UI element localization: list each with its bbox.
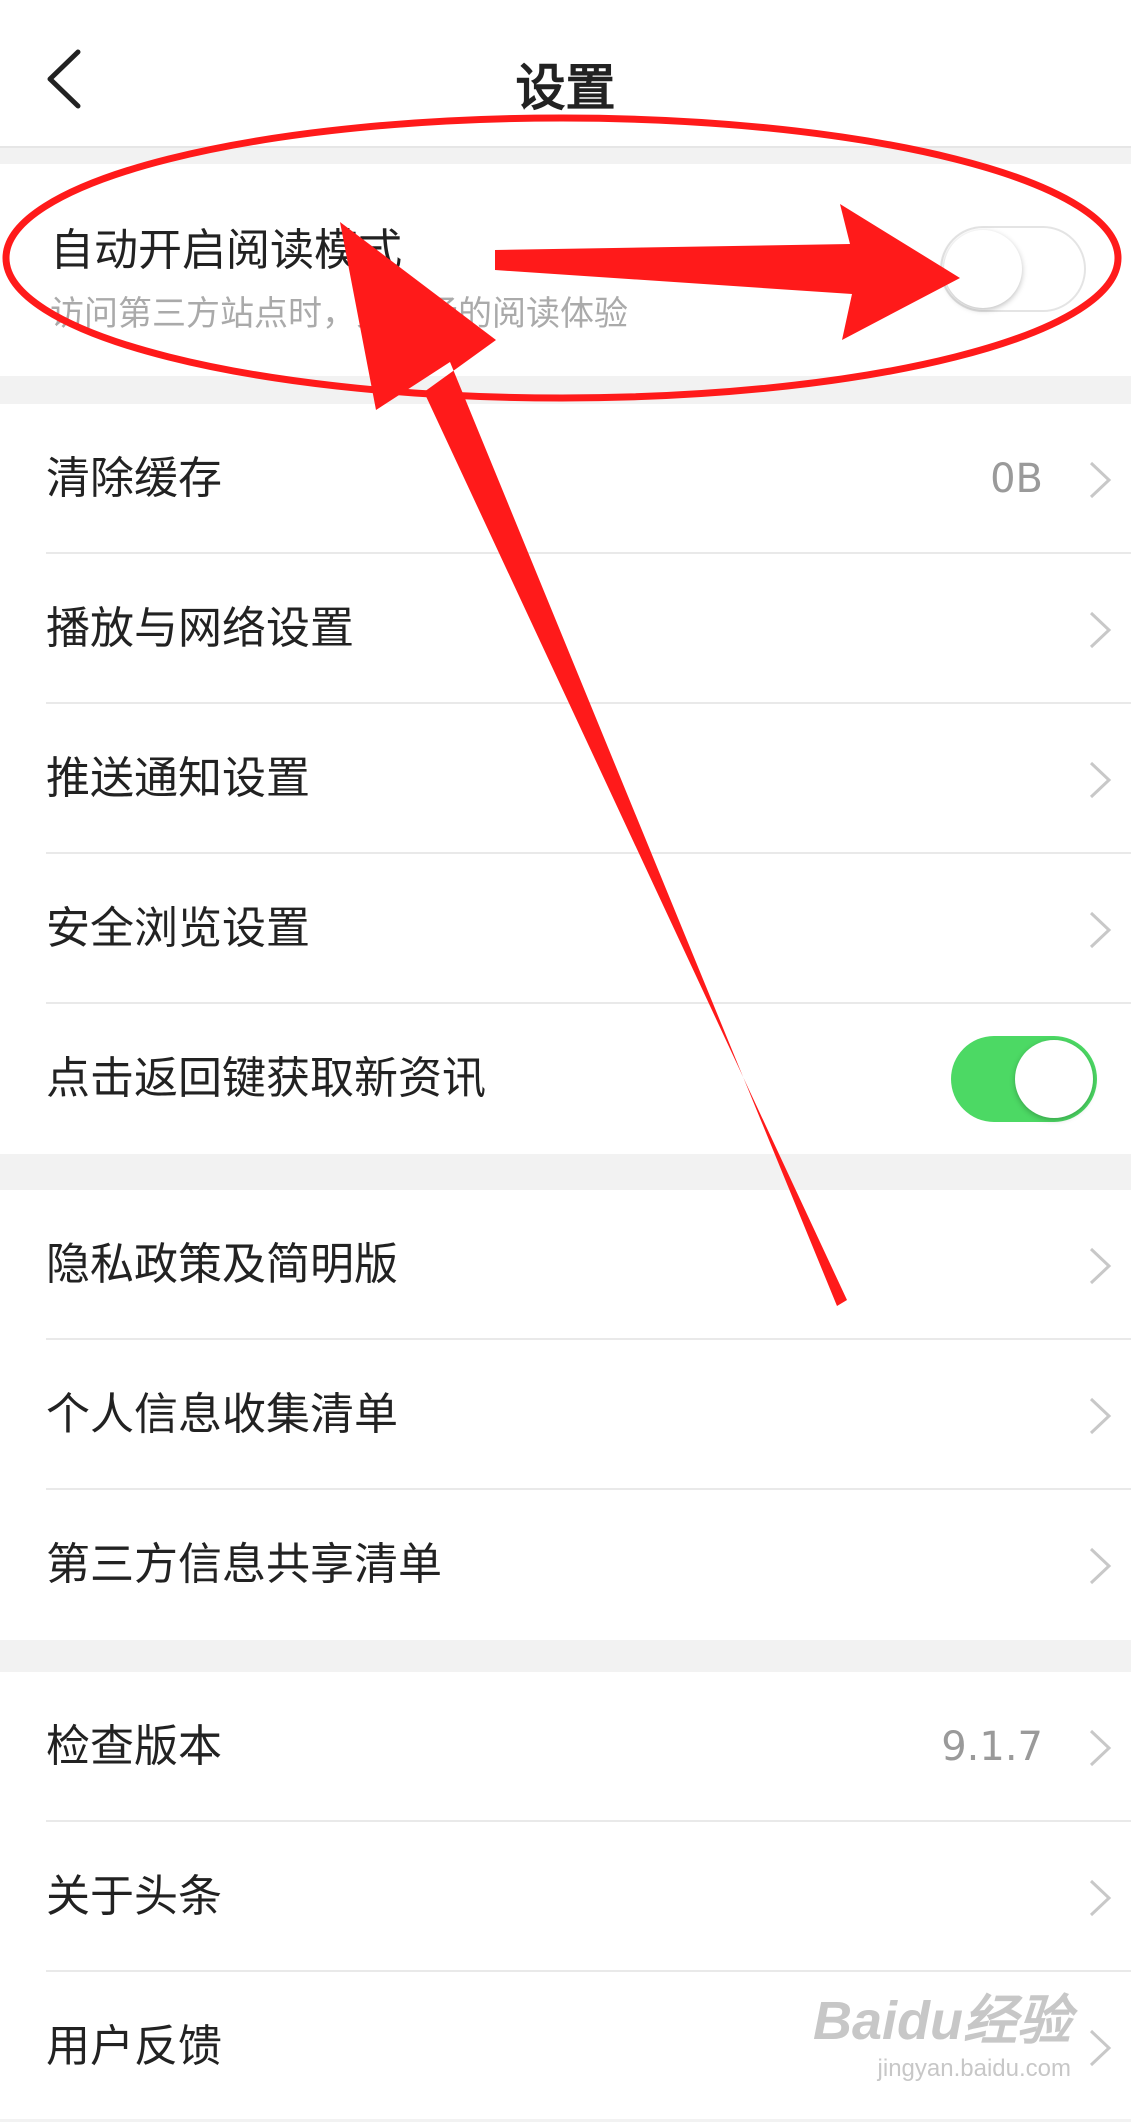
chevron-right-icon xyxy=(1089,1729,1112,1767)
third-party-sharing-label: 第三方信息共享清单 xyxy=(46,1539,442,1590)
toggle-knob xyxy=(1015,1040,1093,1118)
reading-mode-label: 自动开启阅读模式 xyxy=(50,225,402,276)
third-party-sharing-row[interactable]: 第三方信息共享清单 xyxy=(0,1490,1131,1640)
playback-network-row[interactable]: 播放与网络设置 xyxy=(0,554,1131,704)
baidu-watermark: Baidu经验 jingyan.baidu.com xyxy=(813,1976,1071,2083)
privacy-policy-label: 隐私政策及简明版 xyxy=(46,1239,398,1290)
back-key-refresh-label: 点击返回键获取新资讯 xyxy=(46,1053,486,1104)
clear-cache-row[interactable]: 清除缓存 0B xyxy=(0,404,1131,554)
check-version-row[interactable]: 检查版本 9.1.7 xyxy=(0,1672,1131,1822)
settings-group-2: 隐私政策及简明版 个人信息收集清单 第三方信息共享清单 xyxy=(0,1190,1131,1640)
clear-cache-label: 清除缓存 xyxy=(46,453,222,504)
chevron-right-icon xyxy=(1089,2029,1112,2067)
toggle-knob xyxy=(944,230,1022,308)
reading-mode-section: 自动开启阅读模式 访问第三方站点时，更流畅的阅读体验 xyxy=(0,164,1131,376)
chevron-right-icon xyxy=(1089,611,1112,649)
back-key-refresh-toggle[interactable] xyxy=(951,1036,1097,1122)
page-title: 设置 xyxy=(515,59,616,117)
safe-browsing-label: 安全浏览设置 xyxy=(46,903,310,954)
reading-mode-sublabel: 访问第三方站点时，更流畅的阅读体验 xyxy=(50,294,628,334)
safe-browsing-row[interactable]: 安全浏览设置 xyxy=(0,854,1131,1004)
chevron-right-icon xyxy=(1089,761,1112,799)
settings-group-1: 清除缓存 0B 播放与网络设置 推送通知设置 安全浏览设置 点击返回键获取新资讯 xyxy=(0,404,1131,1154)
feedback-label: 用户反馈 xyxy=(46,2021,222,2072)
chevron-right-icon xyxy=(1089,911,1112,949)
personal-info-label: 个人信息收集清单 xyxy=(46,1389,398,1440)
watermark-logo: Baidu经验 xyxy=(812,1991,1071,2051)
push-notification-label: 推送通知设置 xyxy=(46,753,310,804)
chevron-right-icon xyxy=(1089,461,1112,499)
check-version-label: 检查版本 xyxy=(46,1721,222,1772)
chevron-right-icon xyxy=(1089,1879,1112,1917)
privacy-policy-row[interactable]: 隐私政策及简明版 xyxy=(0,1190,1131,1340)
back-key-refresh-row: 点击返回键获取新资讯 xyxy=(0,1004,1131,1154)
chevron-right-icon xyxy=(1089,1397,1112,1435)
chevron-right-icon xyxy=(1089,1247,1112,1285)
push-notification-row[interactable]: 推送通知设置 xyxy=(0,704,1131,854)
reading-mode-toggle[interactable] xyxy=(940,226,1086,312)
watermark-url: jingyan.baidu.com xyxy=(877,2055,1071,2082)
chevron-right-icon xyxy=(1089,1547,1112,1585)
about-label: 关于头条 xyxy=(46,1871,222,1922)
about-row[interactable]: 关于头条 xyxy=(0,1822,1131,1972)
version-value: 9.1.7 xyxy=(941,1724,1043,1770)
header-bar: 设置 xyxy=(0,0,1131,148)
playback-network-label: 播放与网络设置 xyxy=(46,603,354,654)
cache-size-value: 0B xyxy=(990,456,1043,502)
personal-info-row[interactable]: 个人信息收集清单 xyxy=(0,1340,1131,1490)
